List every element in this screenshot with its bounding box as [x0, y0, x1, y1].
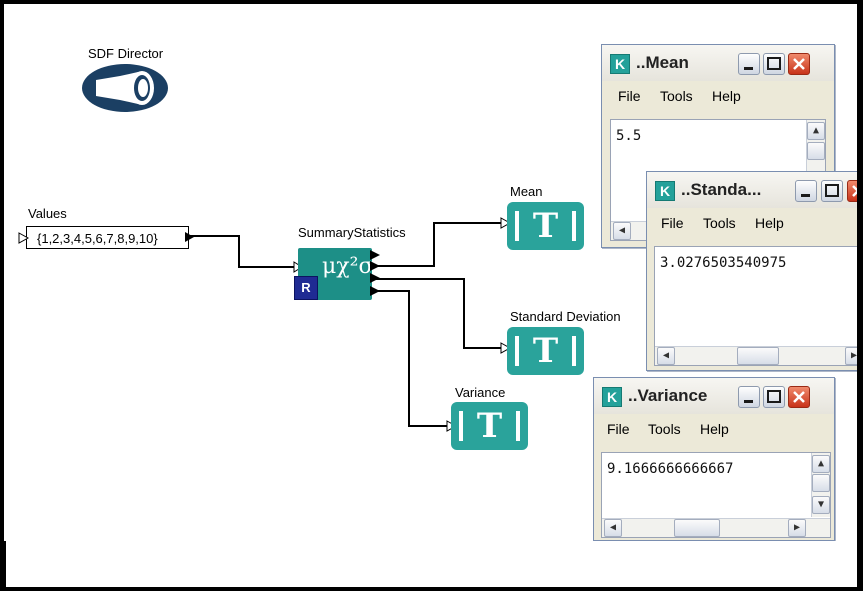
canvas-footer [4, 541, 857, 587]
mean-display-label: Mean [510, 184, 543, 199]
scroll-down-icon[interactable]: ▼ [812, 496, 830, 514]
stddev-display-actor[interactable]: T [507, 327, 584, 375]
minimize-icon[interactable] [738, 386, 760, 408]
scroll-up-icon[interactable]: ▲ [812, 455, 830, 473]
horizontal-scrollbar[interactable]: ◀ ▶ [655, 346, 857, 365]
menu-tools[interactable]: Tools [703, 215, 736, 231]
constant-value: {1,2,3,4,5,6,7,8,9,10} [37, 231, 158, 246]
constant-input-port-icon [18, 232, 30, 244]
scroll-right-icon[interactable]: ▶ [845, 347, 857, 365]
variance-display-actor[interactable]: T [451, 402, 528, 450]
maximize-icon[interactable] [763, 386, 785, 408]
variance-window[interactable]: K ..Variance File Tools Help 9.166666666… [593, 377, 835, 541]
sdf-director-icon[interactable] [80, 62, 170, 114]
menu-help[interactable]: Help [700, 421, 729, 437]
scroll-thumb[interactable] [807, 142, 825, 160]
constant-output-port-icon [185, 232, 194, 242]
output-text-area[interactable]: 3.0276503540975 ◀ ▶ [654, 246, 857, 366]
scroll-left-icon[interactable]: ◀ [604, 519, 622, 537]
vertical-scrollbar[interactable]: ▲ ▼ [811, 453, 830, 517]
close-icon[interactable] [847, 180, 857, 202]
scroll-thumb[interactable] [737, 347, 779, 365]
variance-display-label: Variance [455, 385, 506, 400]
minimize-icon[interactable] [738, 53, 760, 75]
menu-bar: File Tools Help [602, 83, 834, 109]
scroll-left-icon[interactable]: ◀ [613, 222, 631, 240]
constant-actor[interactable]: {1,2,3,4,5,6,7,8,9,10} [26, 226, 189, 249]
menu-help[interactable]: Help [755, 215, 784, 231]
output-value: 9.1666666666667 [607, 461, 734, 477]
window-title: ..Variance [628, 386, 708, 405]
menu-bar: File Tools Help [594, 416, 834, 442]
kepler-icon: K [610, 54, 630, 74]
mean-display-actor[interactable]: T [507, 202, 584, 250]
close-icon[interactable] [788, 53, 810, 75]
close-icon[interactable] [788, 386, 810, 408]
menu-file[interactable]: File [618, 88, 641, 104]
footer-edge [4, 541, 6, 587]
output-value: 5.5 [616, 128, 642, 144]
maximize-icon[interactable] [821, 180, 843, 202]
horizontal-scrollbar[interactable]: ◀ ▶ [602, 518, 830, 537]
window-title: ..Mean [636, 53, 689, 72]
r-badge: R [294, 276, 318, 300]
menu-help[interactable]: Help [712, 88, 741, 104]
minimize-icon[interactable] [795, 180, 817, 202]
menu-tools[interactable]: Tools [660, 88, 693, 104]
output-value: 3.0276503540975 [660, 255, 787, 271]
scroll-thumb[interactable] [812, 474, 830, 492]
stddev-display-label: Standard Deviation [510, 309, 621, 324]
menu-bar: File Tools Help [647, 210, 857, 236]
scroll-up-icon[interactable]: ▲ [807, 122, 825, 140]
stddev-window[interactable]: K ..Standa... File Tools Help 3.02765035… [646, 171, 857, 371]
kepler-icon: K [655, 181, 675, 201]
kepler-icon: K [602, 387, 622, 407]
actor-output-ports-icon [370, 250, 380, 296]
actor-label: SummaryStatistics [298, 225, 406, 240]
menu-tools[interactable]: Tools [648, 421, 681, 437]
director-label: SDF Director [88, 46, 164, 61]
menu-file[interactable]: File [607, 421, 630, 437]
output-text-area[interactable]: 9.1666666666667 ▲ ▼ ◀ ▶ [601, 452, 831, 538]
maximize-icon[interactable] [763, 53, 785, 75]
window-title: ..Standa... [681, 180, 762, 199]
scroll-thumb[interactable] [674, 519, 720, 537]
scroll-right-icon[interactable]: ▶ [788, 519, 806, 537]
scroll-left-icon[interactable]: ◀ [657, 347, 675, 365]
statistics-glyph: μχ²σ [322, 254, 374, 279]
constant-label: Values [28, 206, 67, 221]
workflow-canvas[interactable]: SDF Director Values {1,2,3,4,5,6,7,8,9,1… [4, 4, 857, 541]
summary-statistics-actor[interactable]: μχ²σ R [294, 248, 374, 300]
menu-file[interactable]: File [661, 215, 684, 231]
